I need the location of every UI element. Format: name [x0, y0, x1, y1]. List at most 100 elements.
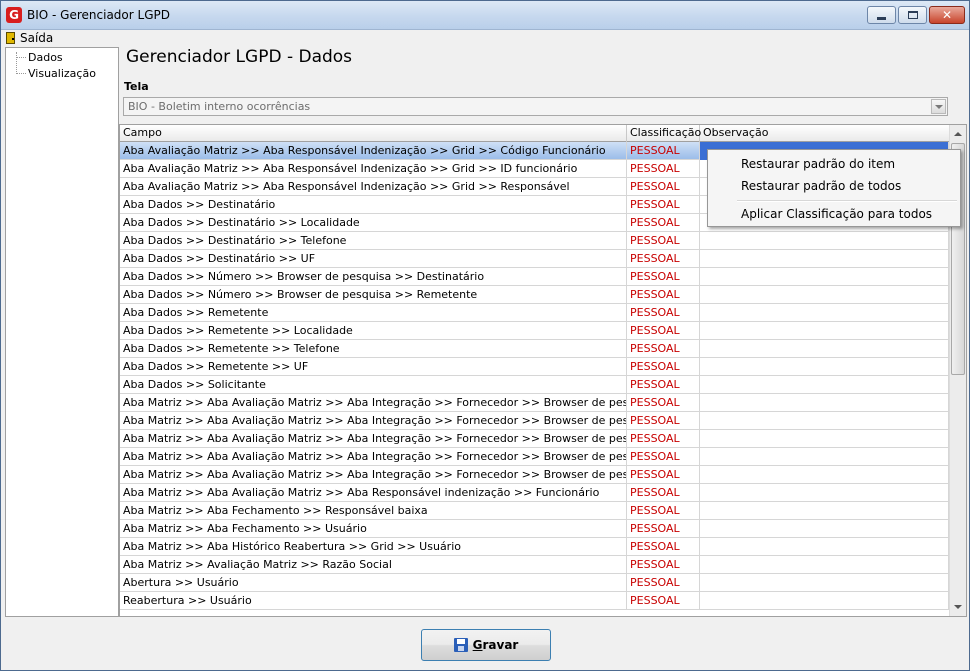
column-header-campo[interactable]: Campo — [120, 125, 627, 142]
cell-campo[interactable]: Aba Matriz >> Aba Fechamento >> Usuário — [120, 520, 627, 538]
table-row[interactable]: Aba Matriz >> Aba Avaliação Matriz >> Ab… — [120, 484, 949, 502]
menu-exit[interactable]: Saída — [6, 30, 53, 45]
cell-observacao[interactable] — [700, 448, 949, 466]
cell-campo[interactable]: Aba Matriz >> Avaliação Matriz >> Razão … — [120, 556, 627, 574]
cell-campo[interactable]: Aba Matriz >> Aba Histórico Reabertura >… — [120, 538, 627, 556]
cell-classificacao[interactable]: PESSOAL — [627, 268, 700, 286]
cell-classificacao[interactable]: PESSOAL — [627, 520, 700, 538]
cell-observacao[interactable] — [700, 520, 949, 538]
table-row[interactable]: Aba Matriz >> Aba Histórico Reabertura >… — [120, 538, 949, 556]
table-row[interactable]: Aba Dados >> Solicitante PESSOAL — [120, 376, 949, 394]
cell-campo[interactable]: Aba Matriz >> Aba Avaliação Matriz >> Ab… — [120, 394, 627, 412]
cell-campo[interactable]: Aba Dados >> Solicitante — [120, 376, 627, 394]
cell-campo[interactable]: Aba Dados >> Número >> Browser de pesqui… — [120, 268, 627, 286]
menu-item-apply-classification-all[interactable]: Aplicar Classificação para todos — [741, 207, 932, 221]
tree-item-dados[interactable]: Dados — [28, 51, 63, 64]
cell-classificacao[interactable]: PESSOAL — [627, 142, 700, 160]
cell-classificacao[interactable]: PESSOAL — [627, 556, 700, 574]
cell-campo[interactable]: Aba Dados >> Destinatário >> Localidade — [120, 214, 627, 232]
cell-classificacao[interactable]: PESSOAL — [627, 376, 700, 394]
cell-classificacao[interactable]: PESSOAL — [627, 448, 700, 466]
cell-campo[interactable]: Aba Dados >> Número >> Browser de pesqui… — [120, 286, 627, 304]
minimize-button[interactable] — [867, 6, 896, 24]
table-row[interactable]: Aba Dados >> Remetente PESSOAL — [120, 304, 949, 322]
table-row[interactable]: Aba Matriz >> Aba Fechamento >> Usuário P… — [120, 520, 949, 538]
cell-classificacao[interactable]: PESSOAL — [627, 250, 700, 268]
close-button[interactable]: ✕ — [929, 6, 965, 24]
cell-campo[interactable]: Aba Avaliação Matriz >> Aba Responsável … — [120, 178, 627, 196]
cell-campo[interactable]: Aba Matriz >> Aba Fechamento >> Responsá… — [120, 502, 627, 520]
table-row[interactable]: Aba Matriz >> Aba Avaliação Matriz >> Ab… — [120, 430, 949, 448]
cell-campo[interactable]: Aba Matriz >> Aba Avaliação Matriz >> Ab… — [120, 466, 627, 484]
menu-item-restore-item-default[interactable]: Restaurar padrão do item — [741, 157, 895, 171]
cell-observacao[interactable] — [700, 268, 949, 286]
title-bar[interactable]: G BIO - Gerenciador LGPD ✕ — [1, 1, 969, 30]
cell-classificacao[interactable]: PESSOAL — [627, 394, 700, 412]
cell-observacao[interactable] — [700, 592, 949, 610]
save-button[interactable]: Gravar — [421, 629, 551, 661]
cell-campo[interactable]: Aba Matriz >> Aba Avaliação Matriz >> Ab… — [120, 412, 627, 430]
scroll-down-button[interactable] — [952, 602, 964, 612]
cell-classificacao[interactable]: PESSOAL — [627, 538, 700, 556]
cell-campo[interactable]: Aba Dados >> Remetente >> UF — [120, 358, 627, 376]
maximize-button[interactable] — [898, 6, 927, 24]
cell-classificacao[interactable]: PESSOAL — [627, 340, 700, 358]
cell-campo[interactable]: Abertura >> Usuário — [120, 574, 627, 592]
cell-observacao[interactable] — [700, 430, 949, 448]
cell-campo[interactable]: Aba Dados >> Destinatário — [120, 196, 627, 214]
scroll-up-button[interactable] — [952, 129, 964, 139]
cell-classificacao[interactable]: PESSOAL — [627, 574, 700, 592]
cell-observacao[interactable] — [700, 412, 949, 430]
table-row[interactable]: Aba Matriz >> Aba Avaliação Matriz >> Ab… — [120, 394, 949, 412]
cell-campo[interactable]: Aba Dados >> Destinatário >> UF — [120, 250, 627, 268]
table-row[interactable]: Aba Dados >> Número >> Browser de pesqui… — [120, 286, 949, 304]
cell-classificacao[interactable]: PESSOAL — [627, 232, 700, 250]
cell-classificacao[interactable]: PESSOAL — [627, 160, 700, 178]
table-row[interactable]: Aba Matriz >> Aba Avaliação Matriz >> Ab… — [120, 448, 949, 466]
cell-campo[interactable]: Aba Dados >> Remetente >> Localidade — [120, 322, 627, 340]
table-row[interactable]: Aba Matriz >> Aba Avaliação Matriz >> Ab… — [120, 466, 949, 484]
cell-classificacao[interactable]: PESSOAL — [627, 466, 700, 484]
cell-classificacao[interactable]: PESSOAL — [627, 502, 700, 520]
cell-campo[interactable]: Aba Avaliação Matriz >> Aba Responsável … — [120, 142, 627, 160]
tree-item-visualizacao[interactable]: Visualização — [28, 67, 96, 80]
cell-observacao[interactable] — [700, 304, 949, 322]
column-header-classificacao[interactable]: Classificação — [627, 125, 701, 142]
cell-classificacao[interactable]: PESSOAL — [627, 214, 700, 232]
table-row[interactable]: Aba Dados >> Número >> Browser de pesqui… — [120, 268, 949, 286]
cell-campo[interactable]: Aba Matriz >> Aba Avaliação Matriz >> Ab… — [120, 430, 627, 448]
cell-classificacao[interactable]: PESSOAL — [627, 196, 700, 214]
cell-campo[interactable]: Reabertura >> Usuário — [120, 592, 627, 610]
cell-classificacao[interactable]: PESSOAL — [627, 358, 700, 376]
table-row[interactable]: Abertura >> Usuário PESSOAL — [120, 574, 949, 592]
table-row[interactable]: Aba Dados >> Remetente >> Telefone PESSOA… — [120, 340, 949, 358]
cell-observacao[interactable] — [700, 376, 949, 394]
table-row[interactable]: Aba Matriz >> Aba Fechamento >> Responsá… — [120, 502, 949, 520]
cell-observacao[interactable] — [700, 286, 949, 304]
cell-campo[interactable]: Aba Dados >> Remetente — [120, 304, 627, 322]
cell-classificacao[interactable]: PESSOAL — [627, 412, 700, 430]
cell-observacao[interactable] — [700, 538, 949, 556]
cell-classificacao[interactable]: PESSOAL — [627, 286, 700, 304]
cell-campo[interactable]: Aba Avaliação Matriz >> Aba Responsável … — [120, 160, 627, 178]
cell-campo[interactable]: Aba Matriz >> Aba Avaliação Matriz >> Ab… — [120, 484, 627, 502]
cell-observacao[interactable] — [700, 358, 949, 376]
cell-observacao[interactable] — [700, 484, 949, 502]
cell-observacao[interactable] — [700, 250, 949, 268]
menu-item-restore-all-defaults[interactable]: Restaurar padrão de todos — [741, 179, 901, 193]
cell-observacao[interactable] — [700, 340, 949, 358]
cell-observacao[interactable] — [700, 232, 949, 250]
cell-classificacao[interactable]: PESSOAL — [627, 484, 700, 502]
table-row[interactable]: Aba Matriz >> Avaliação Matriz >> Razão … — [120, 556, 949, 574]
cell-observacao[interactable] — [700, 574, 949, 592]
table-row[interactable]: Aba Dados >> Destinatário >> Telefone PES… — [120, 232, 949, 250]
cell-campo[interactable]: Aba Dados >> Remetente >> Telefone — [120, 340, 627, 358]
table-row[interactable]: Aba Dados >> Destinatário >> UF PESSOAL — [120, 250, 949, 268]
cell-classificacao[interactable]: PESSOAL — [627, 178, 700, 196]
cell-classificacao[interactable]: PESSOAL — [627, 592, 700, 610]
tela-dropdown-button[interactable] — [931, 99, 946, 114]
cell-observacao[interactable] — [700, 556, 949, 574]
table-row[interactable]: Reabertura >> Usuário PESSOAL — [120, 592, 949, 610]
tela-select[interactable]: BIO - Boletim interno ocorrências — [123, 97, 948, 116]
cell-classificacao[interactable]: PESSOAL — [627, 430, 700, 448]
